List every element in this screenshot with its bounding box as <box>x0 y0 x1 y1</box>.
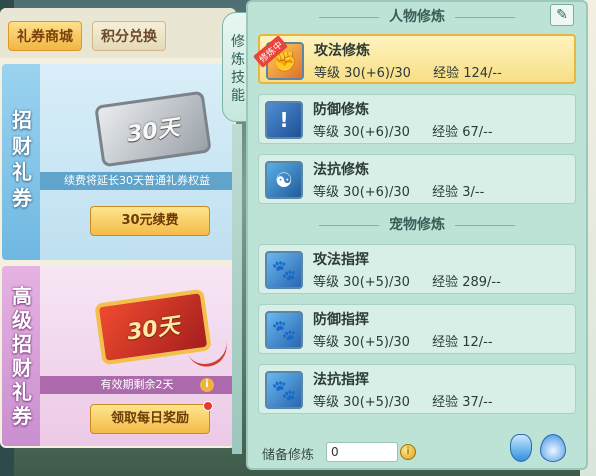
info-icon[interactable]: i <box>200 378 214 392</box>
exp-value: 12/-- <box>462 335 493 350</box>
skill-stats: 等级 30(+5)/30 经验 289/-- <box>313 271 501 290</box>
side-title-char: 礼 <box>12 380 32 404</box>
divider <box>319 16 379 18</box>
premium-voucher-side: 高 级 招 财 礼 券 <box>2 266 40 446</box>
yinyang-shield-icon: ☯ <box>265 161 303 199</box>
vertical-tab-stem <box>232 124 242 454</box>
potion-bottle-icon[interactable] <box>510 434 532 462</box>
validity-text: 有效期剩余2天 <box>100 378 174 391</box>
blue-flame-icon[interactable] <box>540 434 566 462</box>
level-label: 等级 <box>313 125 340 140</box>
ticket-label: 30天 <box>125 313 182 346</box>
level-value: 30(+6)/30 <box>344 66 411 81</box>
level-value: 30(+5)/30 <box>343 275 410 290</box>
skill-name: 攻法修炼 <box>314 43 370 59</box>
skill-stats: 等级 30(+6)/30 经验 124/-- <box>314 62 502 81</box>
exp-label: 经验 <box>432 395 459 410</box>
vertical-tab-label: 修 炼 技 能 <box>228 33 248 105</box>
renewal-caption: 续费将延长30天普通礼券权益 <box>40 172 234 190</box>
level-label: 等级 <box>314 66 341 81</box>
edit-icon[interactable]: ✎ <box>550 4 574 26</box>
side-title-char: 财 <box>12 134 32 158</box>
exp-value: 289/-- <box>462 275 501 290</box>
skill-name: 防御修炼 <box>313 102 369 118</box>
skill-name: 法抗指挥 <box>313 372 369 388</box>
ticket-label: 30天 <box>125 115 182 148</box>
skill-stats: 等级 30(+6)/30 经验 67/-- <box>313 121 493 140</box>
exp-label: 经验 <box>432 275 459 290</box>
cultivation-panel: 人物修炼 ✎ ✊ 修炼中 攻法修炼 等级 30(+6)/30 经验 124/--… <box>246 0 588 470</box>
claim-daily-reward-label: 领取每日奖励 <box>110 411 189 426</box>
level-value: 30(+5)/30 <box>343 335 410 350</box>
paw-attack-icon: 🐾 <box>265 251 303 289</box>
skill-name: 攻法指挥 <box>313 252 369 268</box>
skill-row-defense[interactable]: ! 防御修炼 等级 30(+6)/30 经验 67/-- <box>258 94 576 144</box>
side-title-char: 券 <box>12 404 32 428</box>
skill-row-magic-resist[interactable]: ☯ 法抗修炼 等级 30(+6)/30 经验 3/-- <box>258 154 576 204</box>
skill-stats: 等级 30(+5)/30 经验 37/-- <box>313 391 493 410</box>
skill-row-pet-attack[interactable]: 🐾 攻法指挥 等级 30(+5)/30 经验 289/-- <box>258 244 576 294</box>
renew-button[interactable]: 30元续费 <box>90 206 210 236</box>
exp-value: 67/-- <box>462 125 493 140</box>
exp-label: 经验 <box>432 125 459 140</box>
side-title-char: 级 <box>12 308 32 332</box>
exp-label: 经验 <box>433 66 460 81</box>
shield-exclaim-icon: ! <box>265 101 303 139</box>
skill-row-attack-magic[interactable]: ✊ 修炼中 攻法修炼 等级 30(+6)/30 经验 124/-- <box>253 34 576 84</box>
vtab-char: 能 <box>231 88 245 104</box>
reserve-cultivation-field[interactable]: 0 <box>326 442 398 462</box>
skill-name: 防御指挥 <box>313 312 369 328</box>
exp-value: 124/-- <box>463 66 502 81</box>
premium-voucher-main: 30天 有效期剩余2天 i 领取每日奖励 <box>40 266 234 446</box>
exp-value: 37/-- <box>462 395 493 410</box>
shop-tabbar: 礼券商城 积分兑换 <box>0 8 236 58</box>
notification-dot-icon <box>203 401 213 411</box>
silver-voucher-ticket-icon: 30天 <box>94 90 212 168</box>
tab-voucher-mall[interactable]: 礼券商城 <box>8 21 82 51</box>
level-label: 等级 <box>313 275 340 290</box>
fortune-voucher-main: 30天 续费将延长30天普通礼券权益 30元续费 <box>40 64 234 260</box>
tab-points-exchange[interactable]: 积分兑换 <box>92 21 166 51</box>
vtab-char: 技 <box>231 70 245 86</box>
level-value: 30(+6)/30 <box>343 125 410 140</box>
paw-shield-icon: 🐾 <box>265 311 303 349</box>
fortune-voucher-card: 招 财 礼 券 30天 续费将延长30天普通礼券权益 30元续费 <box>2 64 234 260</box>
level-label: 等级 <box>313 185 340 200</box>
character-cultivation-header: 人物修炼 <box>248 6 586 26</box>
section-title: 宠物修炼 <box>389 217 445 233</box>
level-value: 30(+5)/30 <box>343 395 410 410</box>
exp-label: 经验 <box>432 185 459 200</box>
side-title-char: 招 <box>12 332 32 356</box>
divider <box>455 224 515 226</box>
vtab-char: 炼 <box>231 52 245 68</box>
side-title-char: 高 <box>12 284 32 308</box>
skill-name: 法抗修炼 <box>313 162 369 178</box>
gift-voucher-shop-panel: 礼券商城 积分兑换 招 财 礼 券 30天 续费将延长30天普通礼券权益 30元… <box>0 8 236 448</box>
level-label: 等级 <box>313 395 340 410</box>
level-value: 30(+6)/30 <box>343 185 410 200</box>
skill-stats: 等级 30(+6)/30 经验 3/-- <box>313 181 484 200</box>
claim-daily-reward-button[interactable]: 领取每日奖励 <box>90 401 213 434</box>
skill-stats: 等级 30(+5)/30 经验 12/-- <box>313 331 493 350</box>
divider <box>319 224 379 226</box>
side-title-char: 财 <box>12 356 32 380</box>
validity-caption: 有效期剩余2天 i <box>40 376 234 394</box>
exp-value: 3/-- <box>462 185 485 200</box>
pet-cultivation-header: 宠物修炼 <box>248 214 586 234</box>
reserve-cultivation-label: 储备修炼 <box>262 448 315 463</box>
skill-row-pet-defense[interactable]: 🐾 防御指挥 等级 30(+5)/30 经验 12/-- <box>258 304 576 354</box>
side-title-char: 礼 <box>12 160 32 184</box>
side-title-char: 券 <box>12 186 32 210</box>
section-title: 人物修炼 <box>389 9 445 25</box>
premium-fortune-voucher-card: 高 级 招 财 礼 券 30天 有效期剩余2天 i 领取每日奖励 <box>2 266 234 446</box>
vtab-char: 修 <box>231 34 245 50</box>
fortune-voucher-side: 招 财 礼 券 <box>2 64 40 260</box>
coin-info-icon[interactable]: i <box>400 444 416 460</box>
skill-row-pet-resist[interactable]: 🐾 法抗指挥 等级 30(+5)/30 经验 37/-- <box>258 364 576 414</box>
side-title-char: 招 <box>12 108 32 132</box>
paw-resist-icon: 🐾 <box>265 371 303 409</box>
exp-label: 经验 <box>432 335 459 350</box>
divider <box>455 16 515 18</box>
level-label: 等级 <box>313 335 340 350</box>
